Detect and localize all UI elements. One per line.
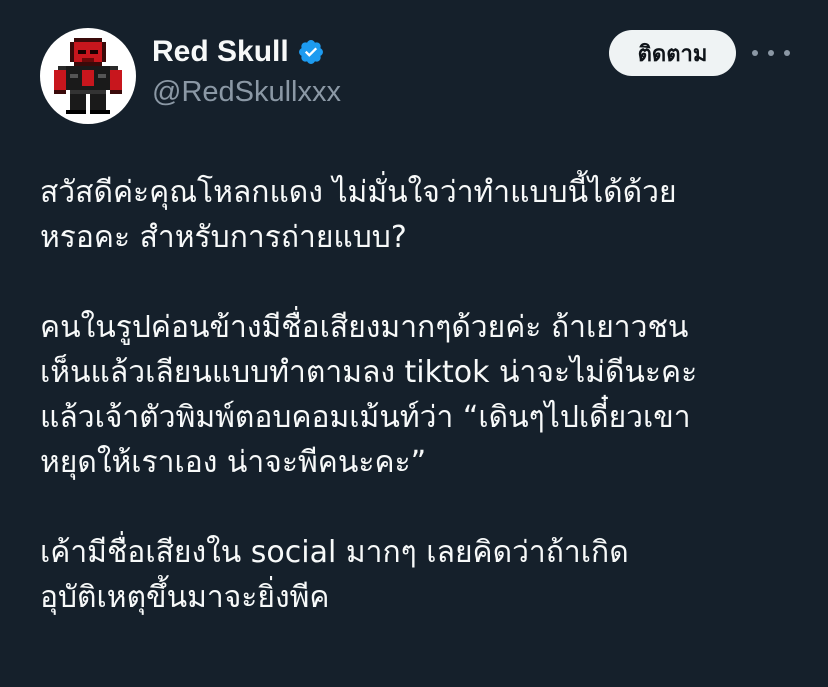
- tweet-line: หรอคะ สำหรับการถ่ายแบบ?: [40, 220, 407, 255]
- tweet-text: สวัสดีค่ะคุณโหลกแดง ไม่มั่นใจว่าทำแบบนี้…: [40, 170, 810, 620]
- author-name-row: Red Skull: [152, 34, 325, 70]
- tweet-line: คนในรูปค่อนข้างมีชื่อเสียงมากๆด้วยค่ะ ถ้…: [40, 310, 689, 345]
- more-dot: [752, 50, 758, 56]
- avatar[interactable]: [40, 28, 136, 124]
- tweet-line: เค้ามีชื่อเสียงใน social มากๆ เลยคิดว่าถ…: [40, 535, 629, 570]
- verified-badge-icon: [298, 40, 323, 64]
- follow-button[interactable]: ติดตาม: [609, 30, 736, 76]
- more-dot: [784, 50, 790, 56]
- author-handle[interactable]: @RedSkullxxx: [152, 76, 341, 109]
- tweet-line: หยุดให้เราเอง น่าจะพีคนะคะ”: [40, 445, 427, 480]
- more-options-icon[interactable]: [752, 38, 790, 68]
- tweet-line: เห็นแล้วเลียนแบบทำตามลง tiktok น่าจะไม่ด…: [40, 355, 698, 390]
- tweet-line: สวัสดีค่ะคุณโหลกแดง ไม่มั่นใจว่าทำแบบนี้…: [40, 175, 677, 210]
- red-skull-avatar-icon: [54, 38, 122, 114]
- tweet-line: อุบัติเหตุขึ้นมาจะยิ่งพีค: [40, 580, 330, 615]
- author-display-name[interactable]: Red Skull: [152, 35, 289, 69]
- tweet-line: แล้วเจ้าตัวพิมพ์ตอบคอมเม้นท์ว่า “เดินๆไป…: [40, 400, 691, 435]
- more-dot: [768, 50, 774, 56]
